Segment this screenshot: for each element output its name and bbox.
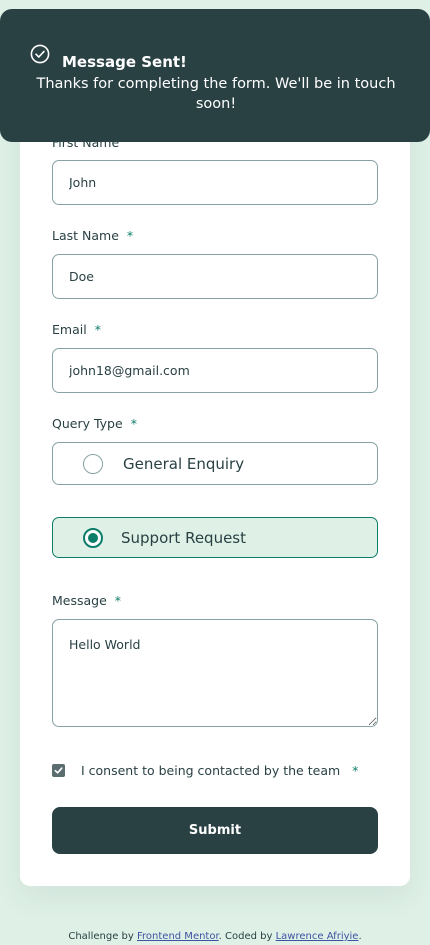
radio-checked-icon <box>83 527 103 548</box>
footer-suffix: . <box>358 931 362 942</box>
radio-label-general-enquiry: General Enquiry <box>123 454 245 473</box>
required-marker: * <box>352 763 359 778</box>
query-type-label: Query Type * <box>52 416 137 431</box>
consent-checkbox[interactable] <box>52 764 65 777</box>
required-marker: * <box>94 322 101 337</box>
author-link[interactable]: Lawrence Afriyie <box>276 931 359 942</box>
toast-title: Message Sent! <box>62 53 187 71</box>
success-toast: Message Sent! Thanks for completing the … <box>0 9 430 142</box>
footer-prefix: Challenge by <box>68 931 134 942</box>
email-input[interactable] <box>52 348 378 393</box>
submit-button[interactable]: Submit <box>52 807 378 854</box>
message-textarea[interactable]: Hello World <box>52 619 378 727</box>
required-marker: * <box>126 228 134 243</box>
radio-unchecked-icon <box>83 453 103 474</box>
consent-label: I consent to being contacted by the team… <box>81 763 358 778</box>
toast-message: Thanks for completing the form. We'll be… <box>36 76 396 112</box>
last-name-input[interactable] <box>52 254 378 299</box>
message-label: Message * <box>52 593 121 608</box>
email-label: Email * <box>52 322 101 337</box>
radio-option-general-enquiry[interactable]: General Enquiry <box>52 442 378 485</box>
last-name-label: Last Name * <box>52 228 133 243</box>
radio-option-support-request[interactable]: Support Request <box>52 517 378 558</box>
radio-label-support-request: Support Request <box>121 528 246 547</box>
footer-middle: . Coded by <box>218 931 273 942</box>
email-label-text: Email <box>52 322 87 337</box>
attribution-footer: Challenge by Frontend Mentor. Coded by L… <box>0 931 430 942</box>
frontend-mentor-link[interactable]: Frontend Mentor <box>137 931 219 942</box>
check-circle-icon <box>30 44 50 64</box>
last-name-label-text: Last Name <box>52 228 119 243</box>
message-label-text: Message <box>52 593 107 608</box>
consent-label-text: I consent to being contacted by the team <box>81 763 341 778</box>
first-name-input[interactable] <box>52 160 378 205</box>
required-marker: * <box>114 593 122 608</box>
required-marker: * <box>130 416 137 431</box>
checkmark-icon <box>54 767 63 774</box>
query-type-label-text: Query Type <box>52 416 123 431</box>
